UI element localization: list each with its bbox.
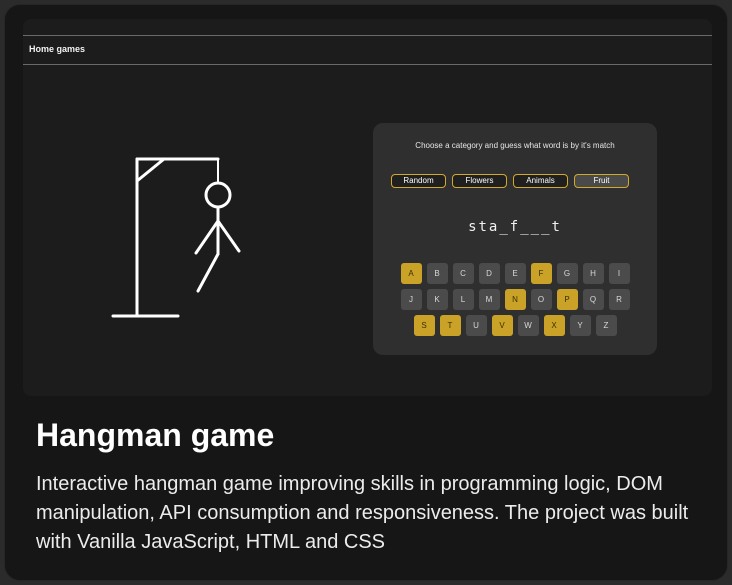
letter-key-a[interactable]: A (400, 263, 422, 284)
letter-key-r[interactable]: R (608, 289, 630, 310)
letter-key-y[interactable]: Y (569, 315, 591, 336)
letter-key-f[interactable]: F (530, 263, 552, 284)
category-button-flowers[interactable]: Flowers (452, 174, 507, 188)
letter-key-o[interactable]: O (530, 289, 552, 310)
hangman-left-leg (196, 252, 220, 293)
letter-key-v[interactable]: V (491, 315, 513, 336)
gallows-brace (135, 157, 166, 183)
preview-navbar: Home games (23, 35, 712, 65)
project-title: Hangman game (36, 417, 275, 453)
hangman-left-arm (194, 219, 220, 255)
game-prompt: Choose a category and guess what word is… (415, 141, 615, 150)
letter-key-l[interactable]: L (452, 289, 474, 310)
letter-key-w[interactable]: W (517, 315, 539, 336)
letter-key-n[interactable]: N (504, 289, 526, 310)
letter-key-x[interactable]: X (543, 315, 565, 336)
letter-key-m[interactable]: M (478, 289, 500, 310)
guess-word: sta_f___t (468, 219, 562, 235)
project-description: Interactive hangman game improving skill… (36, 473, 689, 553)
letter-key-b[interactable]: B (426, 263, 448, 284)
letter-key-j[interactable]: J (400, 289, 422, 310)
letter-key-d[interactable]: D (478, 263, 500, 284)
letter-key-t[interactable]: T (439, 315, 461, 336)
letter-key-q[interactable]: Q (582, 289, 604, 310)
letter-key-u[interactable]: U (465, 315, 487, 336)
keyboard-row: JKLMNOPQR (373, 289, 657, 310)
letter-keyboard: ABCDEFGHI JKLMNOPQR STUVWXYZ (373, 263, 657, 341)
letter-key-s[interactable]: S (413, 315, 435, 336)
hangman-right-arm (216, 219, 241, 253)
category-button-animals[interactable]: Animals (513, 174, 568, 188)
hangman-head (204, 181, 232, 209)
project-preview: Home games Choose a category and guess w… (23, 19, 712, 396)
game-panel: Choose a category and guess what word is… (373, 123, 657, 355)
letter-key-z[interactable]: Z (595, 315, 617, 336)
category-buttons: Random Flowers Animals Fruit (391, 174, 629, 188)
keyboard-row: ABCDEFGHI (373, 263, 657, 284)
category-button-fruit[interactable]: Fruit (574, 174, 629, 188)
keyboard-row: STUVWXYZ (373, 315, 657, 336)
hangman-drawing (111, 157, 241, 318)
letter-key-e[interactable]: E (504, 263, 526, 284)
letter-key-i[interactable]: I (608, 263, 630, 284)
letter-key-c[interactable]: C (452, 263, 474, 284)
nav-title[interactable]: Home games (29, 44, 85, 54)
letter-key-h[interactable]: H (582, 263, 604, 284)
letter-key-p[interactable]: P (556, 289, 578, 310)
project-card[interactable]: Home games Choose a category and guess w… (4, 4, 728, 581)
letter-key-k[interactable]: K (426, 289, 448, 310)
letter-key-g[interactable]: G (556, 263, 578, 284)
category-button-random[interactable]: Random (391, 174, 446, 188)
